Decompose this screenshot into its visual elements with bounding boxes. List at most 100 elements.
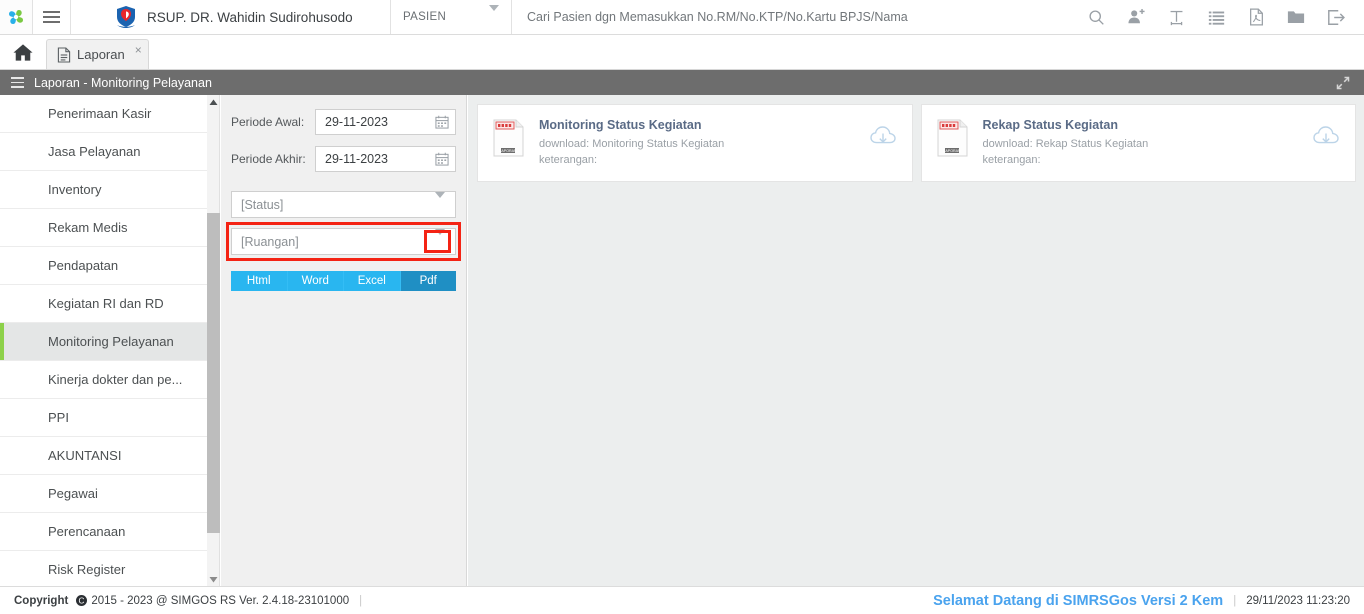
report-card-download-line: download: Monitoring Status Kegiatan — [539, 138, 725, 150]
sidebar-item-jasa-pelayanan[interactable]: Jasa Pelayanan — [0, 133, 207, 171]
svg-text:LAPORAN: LAPORAN — [499, 149, 517, 153]
pdf-icon[interactable] — [1236, 0, 1276, 34]
status-select[interactable]: [Status] — [231, 191, 456, 218]
sidebar-item-kinerja-dokter-dan-pe[interactable]: Kinerja dokter dan pe... — [0, 361, 207, 399]
sidebar-item-kegiatan-ri-dan-rd[interactable]: Kegiatan RI dan RD — [0, 285, 207, 323]
report-card[interactable]: LAPORAN Rekap Status Kegiatan download: Re… — [920, 104, 1356, 182]
scrollbar-thumb[interactable] — [207, 213, 220, 533]
report-list-area: LAPORAN Monitoring Status Kegiatan downloa… — [468, 95, 1364, 586]
export-format-buttons: Html Word Excel Pdf — [231, 271, 456, 291]
document-icon — [57, 46, 71, 63]
report-card-keterangan-line: keterangan: — [982, 154, 1041, 166]
ruangan-select-value: [Ruangan] — [241, 234, 299, 249]
export-word-button[interactable]: Word — [287, 271, 344, 291]
top-header-bar: RSUP. DR. Wahidin Sudirohusodo PASIEN Ca… — [0, 0, 1364, 35]
periode-akhir-value: 29-11-2023 — [325, 152, 389, 166]
logout-icon[interactable] — [1316, 0, 1356, 34]
header-icon-group — [1076, 0, 1364, 34]
report-card[interactable]: LAPORAN Monitoring Status Kegiatan downloa… — [477, 104, 913, 182]
caret-down-icon — [435, 191, 445, 212]
tab-strip: Laporan × — [0, 35, 1364, 70]
hamburger-icon — [43, 8, 60, 26]
sidebar-item-akuntansi[interactable]: AKUNTANSI — [0, 437, 207, 475]
hospital-shield-logo-icon — [117, 6, 135, 28]
hospital-identity: RSUP. DR. Wahidin Sudirohusodo — [71, 0, 391, 34]
report-card-title: Rekap Status Kegiatan — [982, 118, 1118, 132]
sidebar-item-penerimaan-kasir[interactable]: Penerimaan Kasir — [0, 95, 207, 133]
sidebar-item-perencanaan[interactable]: Perencanaan — [0, 513, 207, 551]
report-card-download-line: download: Rekap Status Kegiatan — [982, 138, 1149, 150]
ruangan-select[interactable]: [Ruangan] — [231, 228, 456, 255]
copyright-text: 2015 - 2023 @ SIMGOS RS Ver. 2.4.18-2310… — [91, 594, 350, 607]
sidebar-scrollbar[interactable] — [207, 95, 220, 586]
sidebar-item-pendapatan[interactable]: Pendapatan — [0, 247, 207, 285]
sidebar-item-label: Pegawai — [48, 486, 98, 501]
expand-diagonal-icon[interactable] — [1336, 76, 1350, 90]
hospital-name: RSUP. DR. Wahidin Sudirohusodo — [147, 9, 353, 25]
home-tab[interactable] — [0, 35, 46, 69]
sidebar-item-label: Jasa Pelayanan — [48, 144, 141, 159]
triangle-down-icon[interactable] — [207, 572, 220, 586]
welcome-message: Selamat Datang di SIMRSGos Versi 2 Kem — [933, 592, 1224, 609]
search-icon[interactable] — [1076, 0, 1116, 34]
search-scope-value: PASIEN — [403, 11, 447, 23]
sidebar-item-pegawai[interactable]: Pegawai — [0, 475, 207, 513]
cloud-download-icon[interactable] — [1313, 125, 1339, 149]
sidebar-item-label: Rekam Medis — [48, 220, 128, 235]
chevron-down-icon — [489, 5, 499, 23]
periode-awal-row: Periode Awal: 29-11-2023 — [231, 109, 456, 135]
sidebar-item-label: Pendapatan — [48, 258, 119, 273]
page-menu-toggle[interactable] — [0, 76, 34, 90]
sidebar-item-risk-register[interactable]: Risk Register — [0, 551, 207, 586]
add-user-icon[interactable] — [1116, 0, 1156, 34]
tab-laporan[interactable]: Laporan × — [46, 39, 149, 69]
report-document-icon: LAPORAN — [492, 119, 525, 162]
datetime-display: 29/11/2023 11:23:20 — [1246, 594, 1350, 607]
search-scope-select[interactable]: PASIEN — [391, 0, 511, 34]
sidebar-item-label: Monitoring Pelayanan — [48, 334, 174, 349]
export-pdf-button[interactable]: Pdf — [400, 271, 456, 291]
footer-bar: Copyright C 2015 - 2023 @ SIMGOS RS Ver.… — [0, 586, 1364, 614]
search-placeholder: Cari Pasien dgn Memasukkan No.RM/No.KTP/… — [527, 10, 908, 24]
copyright-label: Copyright — [14, 594, 69, 607]
periode-awal-value: 29-11-2023 — [325, 115, 389, 129]
search-input[interactable]: Cari Pasien dgn Memasukkan No.RM/No.KTP/… — [511, 0, 1076, 34]
list-icon[interactable] — [1196, 0, 1236, 34]
export-html-button[interactable]: Html — [231, 271, 288, 291]
report-filter-panel: Periode Awal: 29-11-2023 Periode Akhir: … — [221, 95, 467, 586]
periode-awal-input[interactable]: 29-11-2023 — [315, 109, 456, 135]
app-logo[interactable] — [0, 0, 33, 34]
tab-label: Laporan — [77, 47, 125, 62]
triangle-up-icon[interactable] — [207, 95, 220, 109]
sidebar-item-ppi[interactable]: PPI — [0, 399, 207, 437]
periode-akhir-label: Periode Akhir: — [231, 152, 306, 166]
export-excel-button[interactable]: Excel — [344, 271, 401, 291]
calendar-icon[interactable] — [435, 115, 449, 129]
report-card-text: Monitoring Status Kegiatan download: Moni… — [539, 117, 724, 168]
sidebar-menu: Penerimaan Kasir Jasa Pelayanan Inventory R… — [0, 95, 207, 586]
sidebar-item-label: Risk Register — [48, 562, 126, 577]
home-icon — [13, 43, 33, 61]
caret-down-icon — [435, 228, 445, 249]
footer-separator-left: | — [359, 594, 363, 607]
sidebar-item-monitoring-pelayanan[interactable]: Monitoring Pelayanan — [0, 323, 207, 361]
svg-text:LAPORAN: LAPORAN — [943, 149, 961, 153]
text-tool-icon[interactable] — [1156, 0, 1196, 34]
sidebar-item-label: Penerimaan Kasir — [48, 106, 152, 121]
sidebar-item-rekam-medis[interactable]: Rekam Medis — [0, 209, 207, 247]
copyright-block: Copyright C 2015 - 2023 @ SIMGOS RS Ver.… — [14, 595, 372, 607]
sidebar-item-label: AKUNTANSI — [48, 448, 122, 463]
sidebar-item-label: Kinerja dokter dan pe... — [48, 372, 183, 387]
page-title-bar: Laporan - Monitoring Pelayanan — [0, 70, 1364, 95]
main-menu-toggle[interactable] — [33, 0, 71, 34]
sidebar-item-inventory[interactable]: Inventory — [0, 171, 207, 209]
application-window: RSUP. DR. Wahidin Sudirohusodo PASIEN Ca… — [0, 0, 1364, 614]
folder-icon[interactable] — [1276, 0, 1316, 34]
page-title: Laporan - Monitoring Pelayanan — [34, 75, 212, 90]
report-card-text: Rekap Status Kegiatan download: Rekap Sta… — [983, 117, 1149, 168]
close-icon[interactable]: × — [135, 44, 142, 56]
cloud-download-icon[interactable] — [869, 125, 896, 149]
calendar-icon[interactable] — [435, 152, 449, 166]
periode-akhir-input[interactable]: 29-11-2023 — [315, 146, 456, 172]
report-card-keterangan-line: keterangan: — [539, 154, 598, 166]
